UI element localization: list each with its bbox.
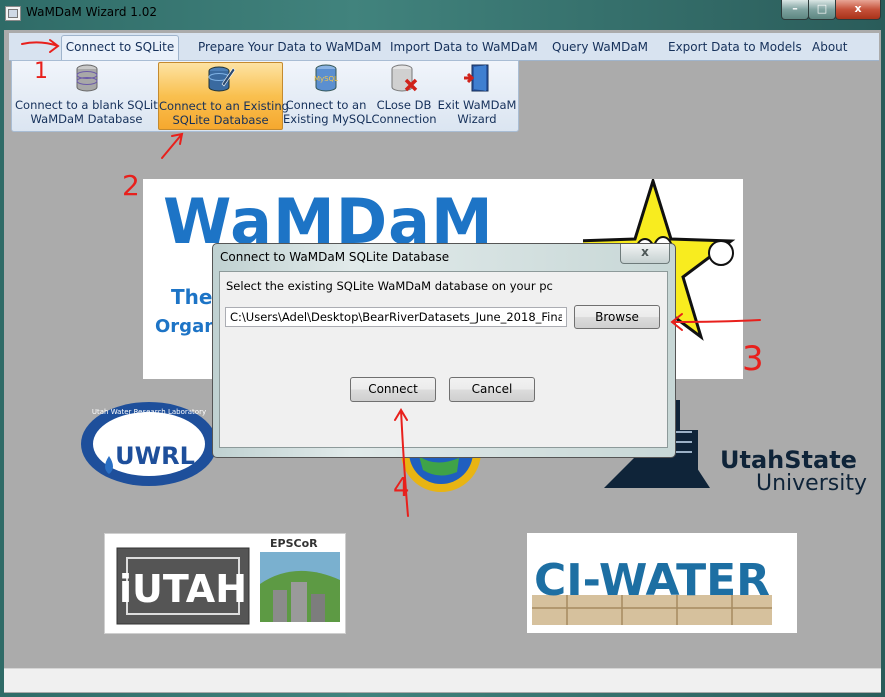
- ribbon-button-label: Connect to an Existing SQLite Database: [159, 99, 289, 127]
- tab-import-data[interactable]: Import Data to WaMDaM: [390, 38, 538, 60]
- ribbon-button-label: CLose DB Connection: [371, 98, 437, 126]
- minimize-button[interactable]: –: [781, 0, 809, 20]
- usu-text-line1: UtahState: [720, 446, 857, 474]
- app-icon: [5, 6, 21, 21]
- dialog-title: Connect to WaMDaM SQLite Database: [220, 250, 450, 264]
- database-icon: [76, 64, 97, 92]
- uwrl-logo: Utah Water Research Laboratory UWRL: [79, 400, 219, 488]
- database-path-input[interactable]: [225, 307, 567, 327]
- ribbon-button-label: Exit WaMDaM Wizard: [437, 98, 517, 126]
- svg-text:MySQL: MySQL: [314, 75, 338, 83]
- status-bar: [4, 668, 881, 692]
- title-bar: WaMDaM Wizard 1.02 – □ x: [0, 0, 885, 28]
- uwrl-text: UWRL: [115, 442, 195, 470]
- ribbon-button-label: Connect to a blank SQLite WaMDaM Databas…: [15, 98, 165, 126]
- connect-blank-sqlite-button[interactable]: Connect to a blank SQLite WaMDaM Databas…: [15, 62, 165, 128]
- tab-prepare-data[interactable]: Prepare Your Data to WaMDaM: [198, 38, 381, 60]
- logo-tagline-line2: Organ: [155, 316, 218, 337]
- iutah-logo: iUTAH EPSCoR: [104, 533, 346, 634]
- logo-tagline-line1: The: [171, 285, 213, 309]
- iutah-text: iUTAH: [119, 567, 247, 611]
- epscor-text: EPSCoR: [270, 537, 318, 550]
- close-db-connection-button[interactable]: CLose DB Connection: [371, 62, 437, 128]
- dialog-prompt: Select the existing SQLite WaMDaM databa…: [226, 279, 553, 293]
- connect-button[interactable]: Connect: [350, 377, 436, 402]
- maximize-button[interactable]: □: [808, 0, 836, 20]
- database-close-icon: [391, 64, 418, 92]
- dialog-body: [219, 271, 668, 448]
- ribbon-button-label: Connect to an Existing MySQL: [283, 98, 372, 126]
- mysql-database-icon: MySQL: [314, 64, 338, 92]
- cancel-button[interactable]: Cancel: [449, 377, 535, 402]
- close-button[interactable]: x: [835, 0, 881, 20]
- ci-water-logo: CI-WATER: [527, 533, 797, 633]
- database-edit-icon: [208, 66, 235, 92]
- tab-about[interactable]: About: [812, 38, 847, 60]
- tab-query-wamdam[interactable]: Query WaMDaM: [552, 38, 648, 60]
- connect-existing-sqlite-button[interactable]: Connect to an Existing SQLite Database: [158, 62, 289, 130]
- usu-text-line2: University: [756, 471, 867, 496]
- tab-export-data[interactable]: Export Data to Models: [668, 38, 802, 60]
- exit-wizard-button[interactable]: Exit WaMDaM Wizard: [437, 62, 517, 128]
- browse-button[interactable]: Browse: [574, 305, 660, 329]
- uwrl-ring-text: Utah Water Research Laboratory: [92, 408, 206, 416]
- connect-mysql-button[interactable]: MySQL Connect to an Existing MySQL: [283, 62, 372, 128]
- exit-door-icon: [464, 64, 489, 92]
- ci-water-text: CI-WATER: [534, 555, 770, 606]
- tab-connect-to-sqlite[interactable]: Connect to SQLite: [61, 35, 179, 61]
- dialog-close-button[interactable]: x: [620, 244, 670, 264]
- window-title: WaMDaM Wizard 1.02: [26, 5, 158, 19]
